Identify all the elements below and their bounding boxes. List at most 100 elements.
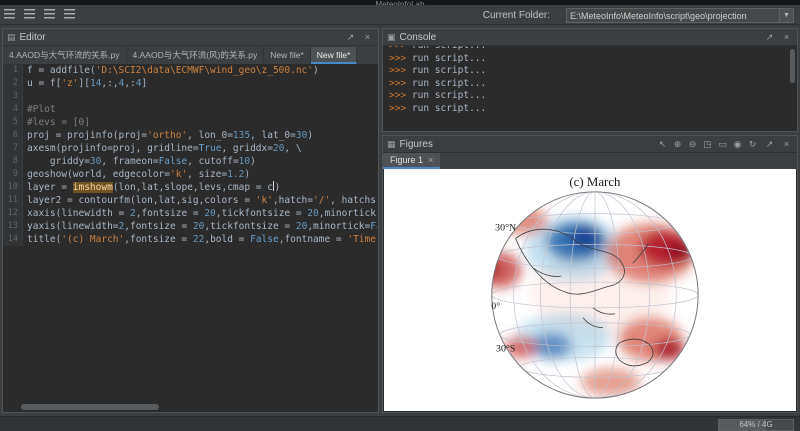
menu-bar: Current Folder: E:\MeteoInfo\MeteoInfo\s… (0, 5, 800, 25)
code-area[interactable]: 1f = addfile('D:\SCI2\data\ECMWF\wind_ge… (3, 64, 377, 402)
lat-label-30s: 30°S (496, 343, 515, 354)
console-panel-title: Console (400, 32, 437, 43)
console-line: >>> run script... (389, 78, 788, 91)
memory-text: 64% / 4G (739, 420, 772, 429)
file-menu-icon[interactable] (4, 9, 15, 19)
current-folder-label: Current Folder: (483, 10, 550, 21)
figure-tab[interactable]: Figure 1 × (383, 153, 440, 169)
chevron-down-icon[interactable]: ▼ (779, 9, 793, 22)
scrollbar-thumb[interactable] (790, 49, 795, 83)
console-prompt: >>> (389, 65, 406, 76)
code-text: proj = projinfo(proj='ortho', lon_0=135,… (23, 129, 313, 142)
current-folder-value[interactable]: E:\MeteoInfo\MeteoInfo\script\geo\projec… (567, 11, 779, 21)
line-number: 6 (3, 129, 23, 142)
document-icon: ▤ (7, 32, 16, 43)
code-line[interactable]: 4#Plot (3, 103, 377, 116)
line-number: 3 (3, 90, 23, 103)
code-text: axesm(projinfo=proj, gridline=True, grid… (23, 142, 302, 155)
zoom-out-icon[interactable]: ⊖ (686, 139, 699, 150)
code-line[interactable]: 11layer2 = contourfm(lon,lat,sig,colors … (3, 194, 377, 207)
figure-tab-label: Figure 1 (390, 155, 423, 165)
float-panel-icon[interactable]: ↗ (763, 139, 776, 150)
figure-plot[interactable]: (c) March (384, 169, 796, 411)
options-menu-icon[interactable] (64, 9, 75, 19)
horizontal-scrollbar[interactable] (19, 403, 370, 411)
code-text (23, 90, 33, 103)
code-text: #Plot (23, 103, 56, 116)
status-bar: 64% / 4G (0, 416, 800, 431)
line-number: 5 (3, 116, 23, 129)
line-number: 4 (3, 103, 23, 116)
editor-tab[interactable]: New file* (264, 47, 311, 64)
lat-label-30n: 30°N (495, 222, 516, 233)
console-line: >>> run script... (389, 65, 788, 78)
code-line[interactable]: 3 (3, 90, 377, 103)
code-line[interactable]: 9geoshow(world, edgecolor='k', size=1.2) (3, 168, 377, 181)
figure-tab-bar: Figure 1 × (383, 153, 797, 170)
line-number: 7 (3, 142, 23, 155)
pan-icon[interactable]: ◳ (701, 139, 714, 150)
line-number: 12 (3, 207, 23, 220)
close-panel-icon[interactable]: × (780, 139, 793, 149)
code-text: layer = imshowm(lon,lat,slope,levs,cmap … (23, 181, 280, 194)
console-prompt: >>> (389, 46, 406, 51)
close-icon[interactable]: × (428, 155, 433, 165)
code-line[interactable]: 8 griddy=30, frameon=False, cutoff=10) (3, 155, 377, 168)
full-extent-icon[interactable]: ▭ (716, 139, 729, 150)
code-line[interactable]: 14title('(c) March',fontsize = 22,bold =… (3, 233, 377, 246)
identify-icon[interactable]: ◉ (731, 139, 744, 150)
code-text: yaxis(linewidth=2,fontsize = 20,tickfont… (23, 220, 377, 233)
editor-panel-title: Editor (20, 32, 46, 43)
figures-panel-title: Figures (400, 139, 433, 150)
line-number: 1 (3, 64, 23, 77)
current-folder-combo[interactable]: E:\MeteoInfo\MeteoInfo\script\geo\projec… (566, 8, 794, 23)
float-panel-icon[interactable]: ↗ (763, 32, 776, 43)
figure-canvas[interactable]: (c) March (384, 169, 796, 411)
console-output[interactable]: >>> run script...>>> run script...>>> ru… (384, 46, 788, 130)
console-line: >>> run script... (389, 103, 788, 116)
refresh-icon[interactable]: ↻ (746, 139, 759, 150)
code-line[interactable]: 5#levs = [0] (3, 116, 377, 129)
console-prompt: >>> (389, 53, 406, 64)
line-number: 8 (3, 155, 23, 168)
scrollbar-thumb[interactable] (21, 404, 159, 410)
line-number: 2 (3, 77, 23, 90)
line-number: 14 (3, 233, 23, 246)
code-text: xaxis(linewidth = 2,fontsize = 20,tickfo… (23, 207, 377, 220)
code-line[interactable]: 2u = f['z'][14,:,4,:4] (3, 77, 377, 90)
memory-indicator[interactable]: 64% / 4G (718, 419, 794, 431)
select-icon[interactable]: ↖ (656, 139, 669, 150)
console-line: >>> run script... (389, 90, 788, 103)
figures-toolbar: ↖⊕⊖◳▭◉↻ (656, 139, 759, 150)
editor-tab[interactable]: New file* (311, 47, 358, 64)
console-panel: ▣ Console ↗ × >>> run script...>>> run s… (382, 28, 798, 132)
edit-menu-icon[interactable] (24, 9, 35, 19)
close-panel-icon[interactable]: × (361, 32, 374, 42)
plot-title: (c) March (569, 175, 621, 189)
code-line[interactable]: 1f = addfile('D:\SCI2\data\ECMWF\wind_ge… (3, 64, 377, 77)
float-panel-icon[interactable]: ↗ (344, 32, 357, 43)
zoom-in-icon[interactable]: ⊕ (671, 139, 684, 150)
code-text: griddy=30, frameon=False, cutoff=10) (23, 155, 256, 168)
editor-tab[interactable]: 4.AAOD与大气环流(风)的关系.py (127, 47, 265, 64)
run-menu-icon[interactable] (44, 9, 55, 19)
editor-tab[interactable]: 4.AAOD与大气环流的关系.py (3, 47, 127, 64)
lat-label-eq: 0° (491, 301, 500, 312)
code-line[interactable]: 10layer = imshowm(lon,lat,slope,levs,cma… (3, 181, 377, 194)
figures-panel-header: ▦ Figures ↖⊕⊖◳▭◉↻ ↗ × (383, 136, 797, 153)
editor-panel-header: ▤ Editor ↗ × (3, 29, 378, 46)
editor-tab-bar: 4.AAOD与大气环流的关系.py4.AAOD与大气环流(风)的关系.pyNew… (3, 46, 378, 65)
editor-panel: ▤ Editor ↗ × 4.AAOD与大气环流的关系.py4.AAOD与大气环… (2, 28, 379, 413)
code-line[interactable]: 7axesm(projinfo=proj, gridline=True, gri… (3, 142, 377, 155)
code-line[interactable]: 13yaxis(linewidth=2,fontsize = 20,tickfo… (3, 220, 377, 233)
console-icon: ▣ (387, 32, 396, 43)
close-panel-icon[interactable]: × (780, 32, 793, 42)
code-line[interactable]: 6proj = projinfo(proj='ortho', lon_0=135… (3, 129, 377, 142)
figures-panel: ▦ Figures ↖⊕⊖◳▭◉↻ ↗ × Figure 1 × (c) Mar… (382, 135, 798, 413)
menu-bar-icons (4, 9, 75, 19)
line-number: 10 (3, 181, 23, 194)
code-text: f = addfile('D:\SCI2\data\ECMWF\wind_geo… (23, 64, 319, 77)
console-line: >>> run script... (389, 53, 788, 66)
code-line[interactable]: 12xaxis(linewidth = 2,fontsize = 20,tick… (3, 207, 377, 220)
line-number: 9 (3, 168, 23, 181)
